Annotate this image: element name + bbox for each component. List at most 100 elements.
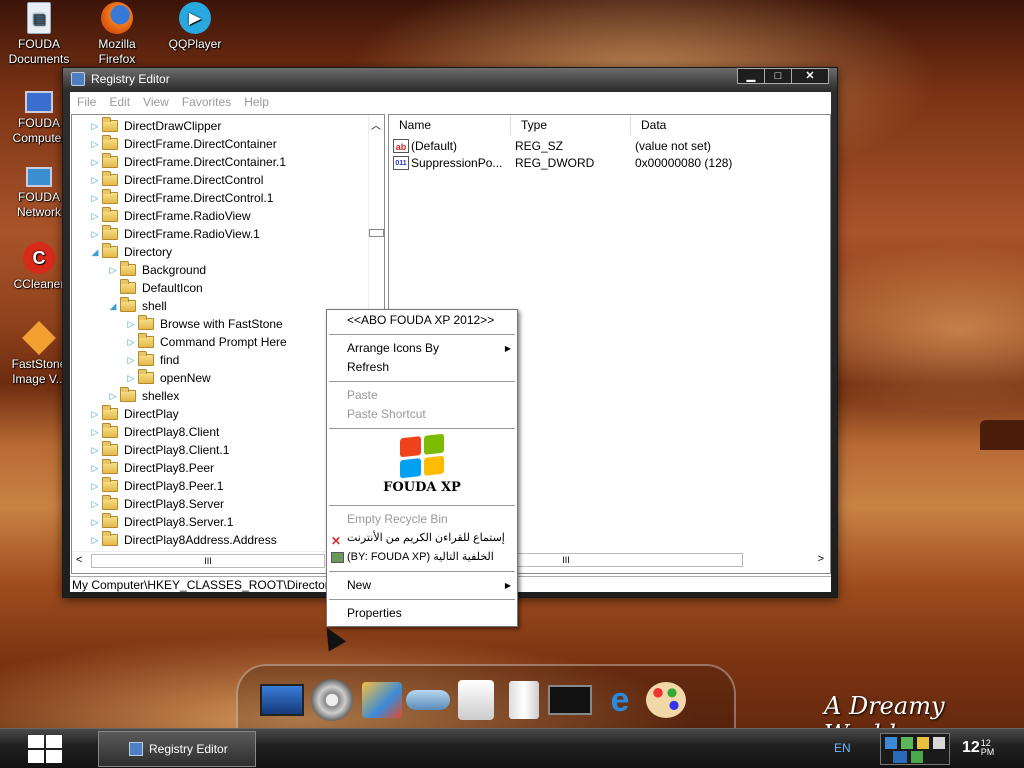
menu-item-refresh[interactable]: Refresh xyxy=(327,358,517,377)
tree-expander-icon[interactable]: ▷ xyxy=(88,463,102,474)
dock-control-panel-icon[interactable] xyxy=(358,678,406,722)
scroll-right-icon[interactable]: > xyxy=(818,553,824,565)
scroll-left-icon[interactable]: < xyxy=(76,554,82,566)
tree-node[interactable]: ▷ DirectFrame.RadioView xyxy=(88,207,251,225)
menu-item-new[interactable]: New ▶ xyxy=(327,576,517,595)
scroll-thumb[interactable] xyxy=(369,229,384,237)
tree-node[interactable]: ▷ DirectPlay8.Peer.1 xyxy=(88,477,223,495)
column-header-data[interactable]: Data xyxy=(631,115,830,135)
tray-display-icon[interactable] xyxy=(893,751,907,763)
dock-internet-explorer-icon[interactable]: e xyxy=(596,678,644,722)
column-header-type[interactable]: Type xyxy=(511,115,631,135)
tray-volume-icon[interactable] xyxy=(917,737,929,749)
list-item[interactable]: ab (Default) REG_SZ (value not set) xyxy=(393,137,711,154)
tree-expander-icon[interactable]: ▷ xyxy=(106,391,120,402)
menu-item-properties[interactable]: Properties xyxy=(327,604,517,623)
tray-security-icon[interactable] xyxy=(911,751,923,763)
scroll-up-icon[interactable]: ︿ xyxy=(371,117,381,132)
maximize-button[interactable]: □ xyxy=(764,68,792,84)
tree-node[interactable]: ▷ DirectPlay8.Client xyxy=(88,423,219,441)
tree-node[interactable]: ▷ find xyxy=(124,351,179,369)
tree-node[interactable]: ▷ DirectPlay8Address.Address xyxy=(88,531,277,549)
menu-item-abo-fouda[interactable]: <<ABO FOUDA XP 2012>> xyxy=(327,311,517,330)
menu-item-arrange-icons[interactable]: Arrange Icons By ▶ xyxy=(327,339,517,358)
tree-expander-icon[interactable]: ▷ xyxy=(88,517,102,528)
tree-node[interactable]: ▷ Background xyxy=(106,261,206,279)
tree-node[interactable]: ▷ Browse with FastStone xyxy=(124,315,283,333)
menu-item-empty-recycle-bin[interactable]: Empty Recycle Bin xyxy=(327,510,517,529)
menu-file[interactable]: File xyxy=(77,95,96,109)
scroll-thumb-horizontal[interactable]: III xyxy=(91,554,325,568)
tree-node[interactable]: ▷ DirectFrame.DirectContainer xyxy=(88,135,277,153)
tree-node[interactable]: ▷ DirectPlay8.Server.1 xyxy=(88,513,233,531)
tree-node[interactable]: ▷ DirectFrame.DirectContainer.1 xyxy=(88,153,286,171)
dock-drive-icon[interactable] xyxy=(404,678,452,722)
column-header-name[interactable]: Name xyxy=(389,115,511,135)
tree-expander-icon[interactable]: ▷ xyxy=(88,121,102,132)
folder-icon xyxy=(102,117,118,132)
tree-expander-icon[interactable]: ◢ xyxy=(88,247,102,258)
menu-view[interactable]: View xyxy=(143,95,169,109)
tray-network-icon[interactable] xyxy=(885,737,897,749)
tree-node[interactable]: ▷ shellex xyxy=(106,387,179,405)
dock-monitor-icon[interactable] xyxy=(258,678,306,722)
tree-expander-icon[interactable]: ▷ xyxy=(88,211,102,222)
minimize-button[interactable]: ▁ xyxy=(737,68,765,84)
tree-node[interactable]: ▷ DirectFrame.DirectControl xyxy=(88,171,263,189)
tree-expander-icon[interactable]: ▷ xyxy=(88,157,102,168)
menu-edit[interactable]: Edit xyxy=(109,95,130,109)
title-bar[interactable]: Registry Editor xyxy=(71,72,170,86)
tree-node[interactable]: ▷ Command Prompt Here xyxy=(124,333,287,351)
dock-paint-palette-icon[interactable] xyxy=(642,678,690,722)
tree-node[interactable]: ◢ shell xyxy=(106,297,167,315)
tree-node[interactable]: ▷ DirectDrawClipper xyxy=(88,117,221,135)
tray-update-icon[interactable] xyxy=(933,737,945,749)
menu-item-next-wallpaper[interactable]: (BY: FOUDA XP) الخلفية التالية xyxy=(327,548,517,567)
tree-expander-icon[interactable]: ◢ xyxy=(106,301,120,312)
tree-node[interactable]: DefaultIcon xyxy=(106,279,203,297)
tree-node[interactable]: ▷ DirectPlay8.Peer xyxy=(88,459,214,477)
desktop-icon-qqplayer[interactable]: ▶ QQPlayer xyxy=(157,2,233,52)
dock-removable-drive-icon[interactable] xyxy=(452,678,500,722)
menu-item-paste-shortcut[interactable]: Paste Shortcut xyxy=(327,405,517,424)
close-button[interactable]: ✕ xyxy=(791,68,829,84)
tree-node[interactable]: ▷ DirectPlay8.Client.1 xyxy=(88,441,229,459)
menu-item-paste[interactable]: Paste xyxy=(327,386,517,405)
tree-expander-icon[interactable]: ▷ xyxy=(124,373,138,384)
dock-recycle-bin-icon[interactable] xyxy=(500,678,548,722)
tree-expander-icon[interactable]: ▷ xyxy=(124,319,138,330)
dock-settings-icon[interactable] xyxy=(308,678,356,722)
taskbar-item-registry-editor[interactable]: Registry Editor xyxy=(98,731,256,767)
tree-expander-icon[interactable]: ▷ xyxy=(88,445,102,456)
tray-keyboard-icon[interactable] xyxy=(901,737,913,749)
menu-help[interactable]: Help xyxy=(244,95,269,109)
tree-node[interactable]: ▷ DirectFrame.DirectControl.1 xyxy=(88,189,273,207)
menu-item-quran-radio[interactable]: ✕ إستماع للقراءن الكريم من الأنترنت xyxy=(327,529,517,548)
tree-node[interactable]: ▷ openNew xyxy=(124,369,211,387)
folder-icon xyxy=(102,225,118,240)
desktop-icon-documents[interactable]: ▤ FOUDA Documents xyxy=(1,2,77,67)
tree-expander-icon[interactable]: ▷ xyxy=(88,535,102,546)
desktop-icon-firefox[interactable]: Mozilla Firefox xyxy=(79,2,155,67)
menu-favorites[interactable]: Favorites xyxy=(182,95,231,109)
tree-expander-icon[interactable]: ▷ xyxy=(88,499,102,510)
tree-expander-icon[interactable]: ▷ xyxy=(106,265,120,276)
tree-expander-icon[interactable]: ▷ xyxy=(88,175,102,186)
tree-expander-icon[interactable]: ▷ xyxy=(88,193,102,204)
dock-desktop-icon[interactable] xyxy=(546,678,594,722)
language-indicator[interactable]: EN xyxy=(834,741,851,755)
tree-expander-icon[interactable]: ▷ xyxy=(88,409,102,420)
tree-expander-icon[interactable]: ▷ xyxy=(88,427,102,438)
tree-expander-icon[interactable]: ▷ xyxy=(88,139,102,150)
tree-expander-icon[interactable]: ▷ xyxy=(124,337,138,348)
start-button[interactable] xyxy=(28,735,62,763)
tree-expander-icon[interactable]: ▷ xyxy=(88,229,102,240)
clock[interactable]: 1212 PM xyxy=(962,739,994,757)
tree-expander-icon[interactable]: ▷ xyxy=(124,355,138,366)
tree-node[interactable]: ▷ DirectPlay xyxy=(88,405,179,423)
list-item[interactable]: 011 SuppressionPo... REG_DWORD 0x0000008… xyxy=(393,154,732,171)
tree-node[interactable]: ▷ DirectPlay8.Server xyxy=(88,495,224,513)
tree-expander-icon[interactable]: ▷ xyxy=(88,481,102,492)
tree-node[interactable]: ◢ Directory xyxy=(88,243,172,261)
tree-node[interactable]: ▷ DirectFrame.RadioView.1 xyxy=(88,225,260,243)
